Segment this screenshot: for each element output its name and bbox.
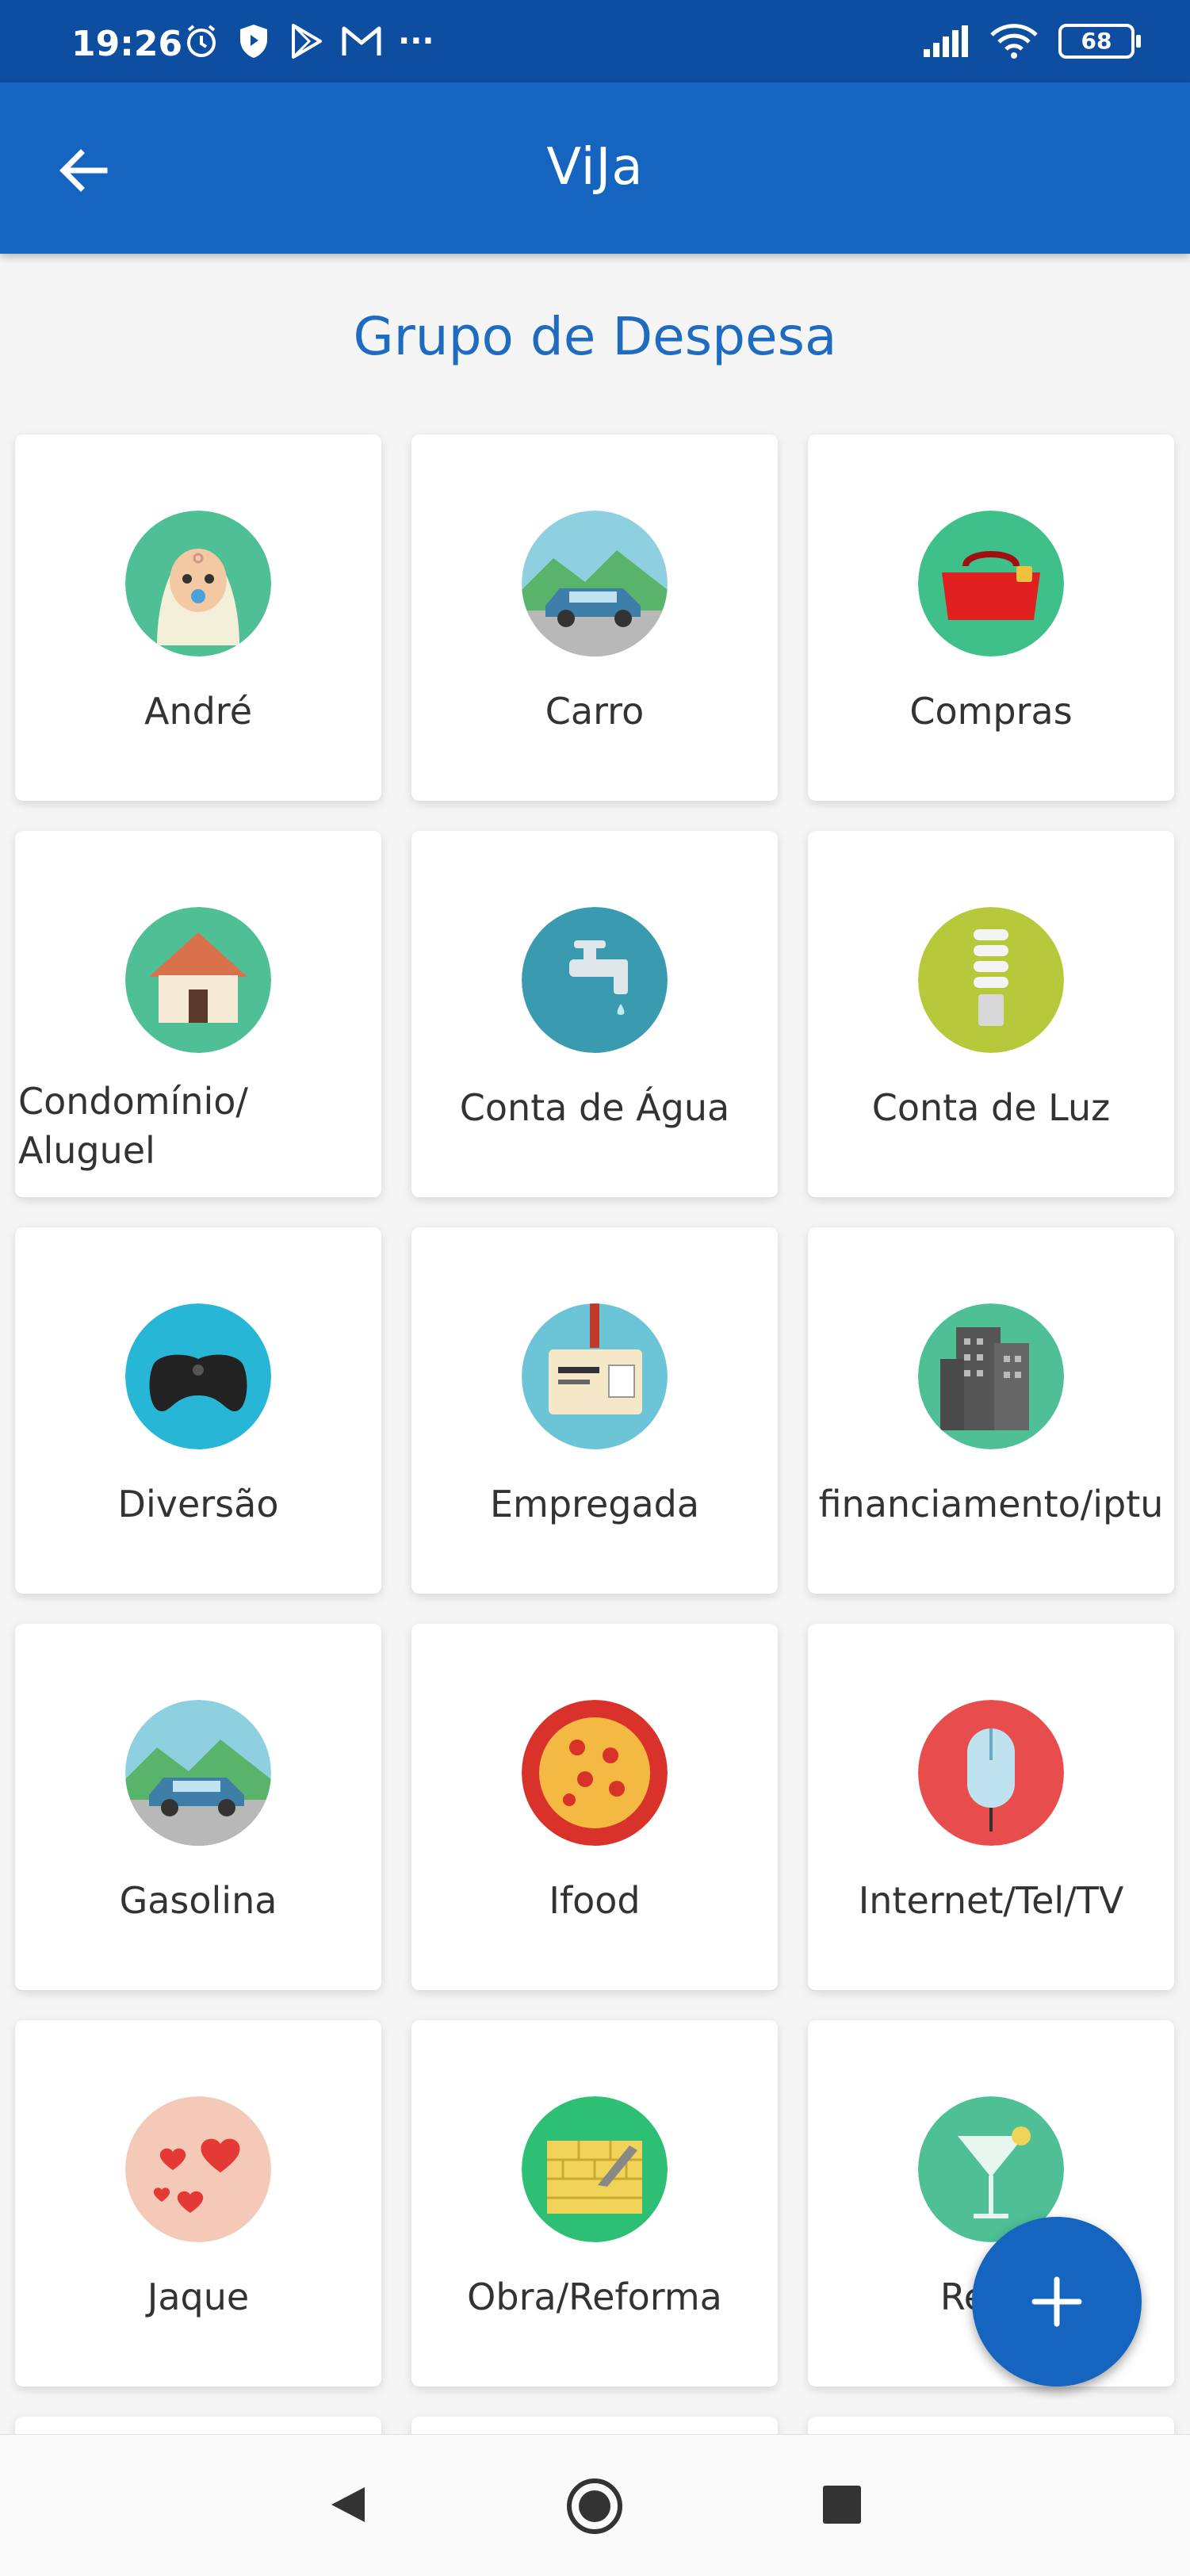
group-card-jaque[interactable]: Jaque (15, 2020, 381, 2387)
back-triangle-icon[interactable] (325, 2482, 369, 2527)
play-store-icon (292, 24, 322, 59)
group-label: Obra/Reforma (467, 2276, 722, 2318)
group-card-carro[interactable]: Carro (411, 434, 778, 801)
system-icons: 68 (922, 22, 1141, 60)
pizza-icon (522, 1700, 668, 1846)
car-icon (522, 511, 668, 656)
buildings-icon (918, 1303, 1064, 1449)
battery-level: 68 (1081, 28, 1112, 54)
shield-icon (240, 25, 267, 58)
battery-icon: 68 (1058, 24, 1141, 59)
add-group-button[interactable] (972, 2217, 1142, 2387)
group-label: Empregada (489, 1483, 700, 1525)
house-icon (125, 907, 271, 1053)
game-controller-icon (125, 1303, 271, 1449)
shopping-bag-icon (918, 511, 1064, 656)
group-card-internet[interactable]: Internet/Tel/TV (808, 1624, 1174, 1990)
id-badge-icon (522, 1303, 668, 1449)
group-label: Diversão (117, 1483, 279, 1525)
group-label-line2: Aluguel (18, 1129, 155, 1172)
signal-icon (924, 25, 968, 57)
group-card-conta-de-agua[interactable]: Conta de Água (411, 831, 778, 1197)
baby-icon (125, 511, 271, 656)
mouse-icon (918, 1700, 1064, 1846)
wifi-icon (990, 24, 1038, 59)
group-label: Conta de Água (459, 1086, 730, 1129)
home-circle-icon[interactable] (564, 2476, 625, 2536)
status-time: 19:26 (71, 24, 183, 64)
group-card-empregada[interactable]: Empregada (411, 1227, 778, 1594)
group-label: Ifood (549, 1879, 641, 1922)
water-tap-icon (522, 907, 668, 1053)
group-label: Condomínio/Aluguel (15, 1077, 385, 1175)
brick-wall-icon (522, 2096, 668, 2242)
section-title: Grupo de Despesa (353, 306, 837, 367)
gmail-icon (342, 26, 381, 56)
group-card-diversao[interactable]: Diversão (15, 1227, 381, 1594)
group-label: André (143, 690, 253, 733)
app-bar: ViJa (0, 82, 1190, 254)
more-notifications-icon: ··· (398, 23, 434, 59)
group-label: Jaque (147, 2276, 250, 2318)
plus-icon (1031, 2276, 1082, 2327)
group-label: Internet/Tel/TV (858, 1879, 1124, 1922)
group-label-line1: Condomínio/ (18, 1080, 248, 1123)
hearts-icon (125, 2096, 271, 2242)
notification-icons: ··· (182, 22, 434, 60)
group-card-obra[interactable]: Obra/Reforma (411, 2020, 778, 2387)
recents-square-icon[interactable] (820, 2482, 864, 2527)
group-card-andre[interactable]: André (15, 434, 381, 801)
group-label: financiamento/iptu (818, 1483, 1164, 1525)
group-card-gasolina[interactable]: Gasolina (15, 1624, 381, 1990)
group-card-condominio[interactable]: Condomínio/Aluguel (15, 831, 381, 1197)
group-card-ifood[interactable]: Ifood (411, 1624, 778, 1990)
light-bulb-icon (918, 907, 1064, 1053)
group-card-conta-de-luz[interactable]: Conta de Luz (808, 831, 1174, 1197)
group-card-financiamento[interactable]: financiamento/iptu (808, 1227, 1174, 1594)
car-icon (125, 1700, 271, 1846)
status-bar: 19:26 ··· 68 (0, 0, 1190, 82)
alarm-icon (187, 25, 216, 57)
group-label: Gasolina (119, 1879, 277, 1922)
group-label: Carro (545, 690, 645, 733)
group-card-compras[interactable]: Compras (808, 434, 1174, 801)
app-title: ViJa (546, 138, 644, 197)
group-label: Conta de Luz (871, 1086, 1111, 1129)
group-label: Compras (909, 690, 1073, 733)
system-nav-bar (0, 2434, 1190, 2576)
